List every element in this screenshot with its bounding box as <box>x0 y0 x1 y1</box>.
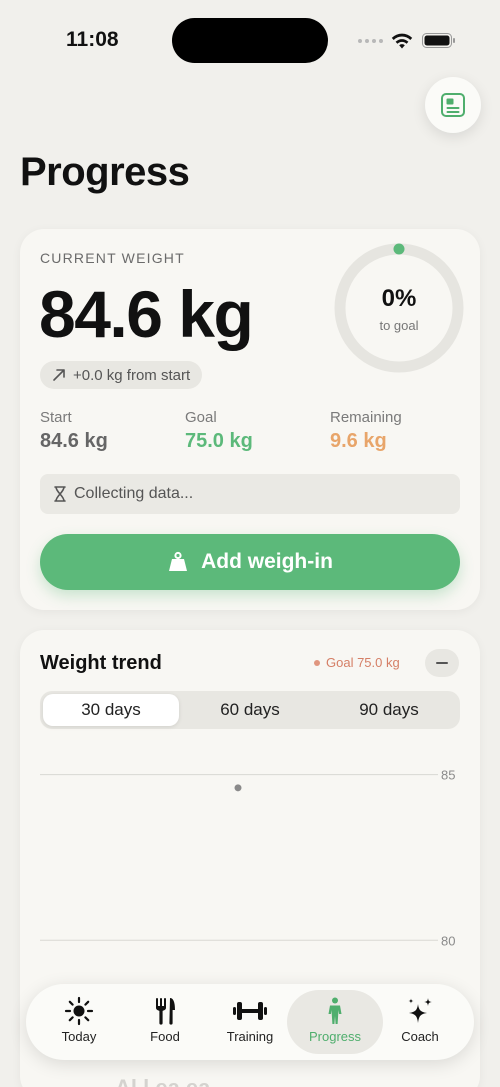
dynamic-island <box>172 18 328 63</box>
sparkles-icon <box>408 998 432 1023</box>
add-weigh-in-button[interactable]: Add weigh-in <box>40 534 460 590</box>
goal-legend-dot <box>314 659 320 666</box>
tab-food[interactable]: Food <box>122 990 208 1054</box>
battery-icon <box>422 33 455 48</box>
tab-coach-label: Coach <box>401 1029 439 1044</box>
weight-change-text: +0.0 kg from start <box>73 366 191 384</box>
current-weight-value: 84.6 kg <box>39 277 254 351</box>
tab-progress-label: Progress <box>308 1029 362 1044</box>
stat-remaining-value: 9.6 kg <box>330 430 387 452</box>
fork-knife-icon <box>156 998 175 1025</box>
stat-start-label: Start <box>40 409 72 426</box>
current-weight-card: CURRENT WEIGHT 84.6 kg 0% to goal +0.0 k… <box>20 229 480 610</box>
tab-training-label: Training <box>226 1029 274 1044</box>
add-weigh-in-label: Add weigh-in <box>201 550 333 573</box>
goal-legend: Goal 75.0 kg <box>314 655 400 670</box>
stat-remaining-label: Remaining <box>330 409 402 426</box>
y-tick-label: 80 <box>441 933 455 948</box>
goal-progress-percent: 0% <box>381 285 417 312</box>
range-option-30-days[interactable]: 30 days <box>43 694 179 726</box>
stat-start-value: 84.6 kg <box>40 430 108 452</box>
figure-icon <box>328 997 342 1024</box>
sun-icon <box>64 996 94 1026</box>
range-option-90-days[interactable]: 90 days <box>321 694 457 726</box>
goal-legend-text: Goal 75.0 kg <box>326 655 400 670</box>
stat-goal-value: 75.0 kg <box>185 430 253 452</box>
status-bar: 11:08 <box>0 0 500 80</box>
data-point <box>234 784 242 792</box>
weight-trend-title: Weight trend <box>40 652 162 674</box>
tab-progress[interactable]: Progress <box>287 990 383 1054</box>
minus-icon <box>436 662 448 664</box>
dumbbell-icon <box>233 1002 267 1020</box>
cellular-signal-icon <box>358 39 383 43</box>
current-weight-label: CURRENT WEIGHT <box>40 250 185 266</box>
tab-bar: Today Food Training Progress Coach <box>26 984 474 1060</box>
stat-goal: Goal 75.0 kg <box>185 409 253 453</box>
notes-button[interactable] <box>425 77 481 133</box>
goal-progress-caption: to goal <box>379 318 419 333</box>
stat-remaining: Remaining 9.6 kg <box>330 409 402 453</box>
status-time: 11:08 <box>66 28 119 51</box>
hourglass-icon <box>54 486 66 502</box>
weight-change-badge: +0.0 kg from start <box>40 361 203 389</box>
tab-coach[interactable]: Coach <box>377 990 463 1054</box>
data-status-banner: Collecting data... <box>40 474 460 514</box>
scale-weight-icon <box>169 551 188 571</box>
notes-icon <box>441 93 465 117</box>
tab-today-label: Today <box>61 1029 97 1044</box>
page-title: Progress <box>20 150 190 194</box>
range-segmented-control: 30 days 60 days 90 days <box>40 691 460 729</box>
y-tick-label: 85 <box>441 768 455 783</box>
range-option-60-days[interactable]: 60 days <box>182 694 318 726</box>
data-status-text: Collecting data... <box>74 485 194 502</box>
stat-start: Start 84.6 kg <box>40 409 108 453</box>
arrow-up-right-icon <box>53 369 65 381</box>
tab-training[interactable]: Training <box>207 990 293 1054</box>
tab-today[interactable]: Today <box>36 990 122 1054</box>
section-heading-partial: Al l ea ea <box>115 1075 210 1087</box>
weight-trend-chart: 85 80 <box>40 768 455 948</box>
wifi-icon <box>391 33 413 49</box>
collapse-button[interactable] <box>425 649 459 677</box>
stat-goal-label: Goal <box>185 409 217 426</box>
tab-food-label: Food <box>150 1029 180 1044</box>
